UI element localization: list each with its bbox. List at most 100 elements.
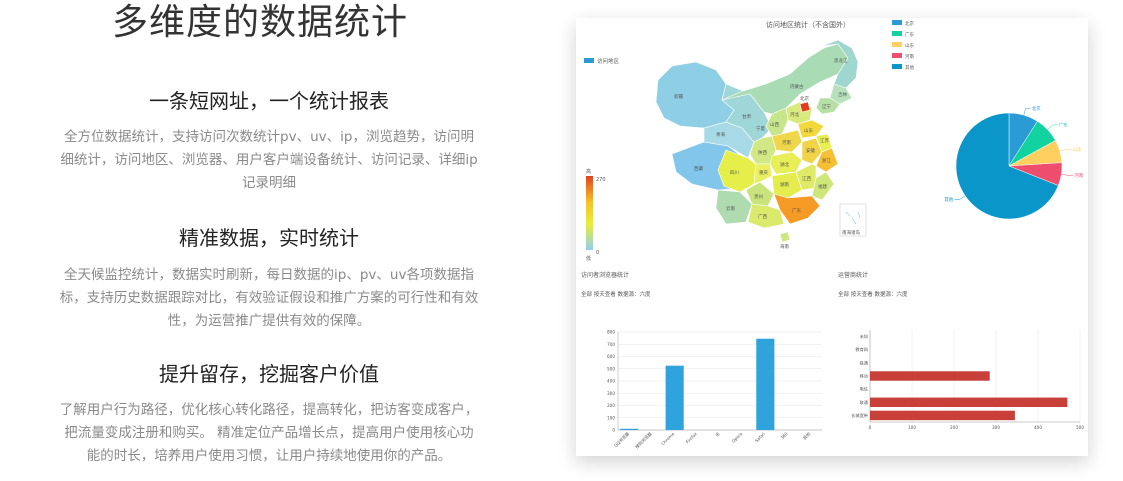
dashboard-graphic: 访问地区统计（不含国外） 访问地区 新疆 西藏 青海 甘肃 内蒙古 黑龙江 吉林… [581,20,1084,450]
x-tick-label: 300 [992,425,1000,430]
y-tick-label: 300 [607,391,615,396]
province-label: 内蒙古 [790,83,804,90]
stats-dashboard-screenshot: 访问地区统计（不含国外） 访问地区 新疆 西藏 青海 甘肃 内蒙古 黑龙江 吉林… [576,18,1088,456]
y-tick-label: 教育网 [855,346,868,353]
section-desc-realtime: 全天候监控统计，数据实时刷新，每日数据的ip、pv、uv各项数据指 标，支持历史… [40,264,498,333]
pie-legend: 北京广东山东河南其他 [892,20,914,71]
desc-line: 全方位数据统计，支持访问次数统计pv、uv、ip，浏览趋势，访问明 [64,129,474,145]
province-label: 浙江 [822,157,831,164]
x-tick-label: QQ浏览器 [612,430,631,449]
province-label: 广西 [758,213,767,220]
x-tick-label: 100 [908,425,916,430]
x-tick-label: Firefox [685,431,699,445]
desc-line: 细统计，访问地区、浏览器、用户客户端设备统计、访问记录、详细ip [60,152,478,168]
province-label: 黑龙江 [834,57,848,64]
province-label: 河南 [782,139,791,146]
desc-line: 能的时长，培养用户使用习惯，让用户持续地使用你的产品。 [86,448,452,464]
x-tick-label: Chrome [660,431,675,446]
operator-chart-title: 运营商统计 [838,271,868,279]
pie-slice-label: 广东 [1059,121,1068,128]
section-title-realtime: 精准数据，实时统计 [179,226,359,250]
y-tick-label: 500 [607,366,615,371]
province-label: 贵州 [754,193,763,200]
province-label: 江西 [802,175,811,182]
scale-high-label: 高 [586,168,591,175]
operator-chart-filter: 全部 按天查看 数据源：六度 [838,290,908,298]
province-label: 安徽 [806,147,815,154]
x-tick-label: 搜狗浏览器 [634,430,654,450]
legend-label: 山东 [905,42,914,49]
section-title-retention: 提升留存，挖掘客户价值 [159,362,379,386]
province-label: 山西 [770,121,779,128]
browser-bar-chart: 0 100 200 300 400 500 600 700 800 QQ浏览器 搜狗浏览器 Chrom… [607,330,822,450]
province-label: 北京 [800,95,809,102]
legend-swatch [892,53,902,58]
x-tick-label: 其他 [801,430,812,441]
province-label: 新疆 [674,93,683,100]
legend-swatch [892,64,902,69]
scale-min-value: 0 [596,250,599,256]
section-desc-retention: 了解用户行为路径，优化核心转化路径，提高转化，把访客变成客户， 把流量变成注册和… [40,399,498,468]
browser-chart-title: 访问者浏览器统计 [581,271,629,279]
y-tick-label: 800 [607,330,615,335]
bar [665,365,684,430]
province-label: 海南 [780,243,789,250]
bar [870,397,1068,408]
x-tick-label: 500 [1076,425,1084,430]
map-legend-swatch [584,58,594,63]
province-label: 河北 [790,111,799,118]
x-tick-label: Opera [731,431,744,444]
desc-line: 性，为运营推广提供有效的保障。 [167,313,371,329]
x-tick-label: 0 [869,425,872,430]
bar [870,371,990,381]
y-tick-label: 联通 [860,399,869,406]
y-tick-label: 200 [607,403,615,408]
y-tick-label: 700 [607,342,615,347]
map-title: 访问地区统计（不含国外） [766,20,850,29]
legend-label: 河南 [905,53,914,60]
desc-line: 标，支持历史数据跟踪对比，有效验证假设和推广方案的可行性和有效 [59,290,479,306]
legend-swatch [892,20,902,25]
x-tick-label: IE [714,431,721,438]
desc-line: 全天候监控统计，数据实时刷新，每日数据的ip、pv、uv各项数据指 [64,267,474,283]
desc-line: 把流量变成注册和购买。 精准定位产品增长点，提高用户使用核心功 [64,425,474,441]
pie-slice-label: 河南 [1074,172,1084,179]
pie-label-line [1047,124,1058,130]
province-label: 江苏 [820,137,829,144]
x-tick-label: Safari [754,431,766,443]
province-label: 宁夏 [756,125,765,132]
islands-label: 南海诸岛 [842,229,860,236]
pie-label-line [1059,149,1072,152]
map-series-label: 访问地区 [597,57,620,65]
province-label: 青海 [716,131,725,138]
province-label: 湖南 [780,181,789,188]
legend-label: 北京 [905,20,914,27]
province-label: 广东 [792,207,801,214]
legend-label: 广东 [905,31,914,38]
y-tick-label: 100 [607,415,615,420]
y-tick-label: 400 [607,379,615,384]
y-tick-label: 长城宽带 [851,412,868,419]
page-title: 多维度的数据统计 [112,2,409,43]
province-label: 西藏 [694,165,703,172]
section-desc-short-url: 全方位数据统计，支持访问次数统计pv、uv、ip，浏览趋势，访问明 细统计，访问… [40,126,498,195]
pie-label-line [1061,174,1074,176]
desc-line: 了解用户行为路径，优化核心转化路径，提高转化，把访客变成客户， [59,402,479,418]
province-label: 福建 [818,183,827,190]
province-label: 重庆 [759,169,768,176]
color-scale-bar [586,176,593,250]
y-tick-label: 移动 [860,373,868,380]
province-label: 陕西 [758,149,767,156]
pie-label-line [954,195,966,200]
pie-slice-label: 其他 [944,196,953,203]
legend-swatch [892,31,902,36]
province-label: 云南 [726,205,735,212]
y-tick-label: 0 [612,428,615,433]
x-tick-label: 200 [950,425,958,430]
province-label: 四川 [730,170,739,176]
section-title-short-url: 一条短网址，一个统计报表 [149,89,389,113]
y-tick-label: 未知 [860,333,868,340]
scale-low-label: 低 [586,255,591,262]
province-label: 湖北 [780,161,789,168]
y-tick-label: 铁通 [860,359,869,366]
